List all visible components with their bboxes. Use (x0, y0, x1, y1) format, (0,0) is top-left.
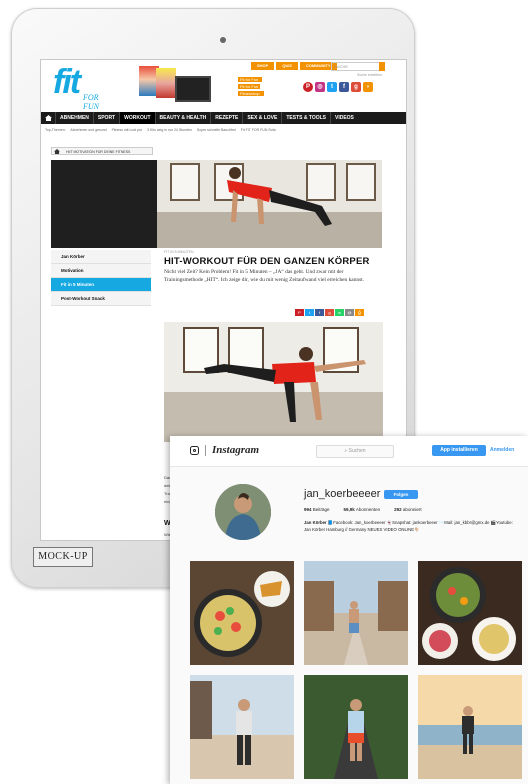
profile-bio: Jan Körber 📘Facebook: Jan_koerbeeeer 👻Sn… (304, 520, 519, 533)
twitter-share-icon[interactable]: t (305, 309, 314, 316)
sidebar-item-jan-koerber[interactable]: Jan Körber (51, 250, 151, 264)
print-share-icon[interactable]: ⎙ (355, 309, 364, 316)
search-input[interactable]: ⌕ Suchen (316, 445, 394, 458)
nav-sport[interactable]: SPORT (92, 112, 119, 124)
install-app-button[interactable]: App installieren (432, 445, 486, 456)
social-icons: P ◎ t f g ◗ (303, 82, 373, 92)
hero-photo (157, 160, 382, 248)
camera-dot (220, 37, 226, 43)
stat-label: Abonnenten (355, 507, 381, 512)
followers-count[interactable]: 59,9k Abonnenten (344, 507, 381, 512)
article-headline: HIT-WORKOUT FÜR DEN GANZEN KÖRPER (164, 256, 370, 267)
bio-text: 📘Facebook: Jan_koerbeeeer 👻Snapshat: jan… (304, 520, 513, 532)
search-button[interactable] (379, 62, 385, 71)
search-input[interactable]: SUCHE (331, 62, 381, 71)
article-intro: Nicht viel Zeit? Kein Problem! Fit in 5 … (164, 269, 365, 283)
sidebar-item-motivation[interactable]: Motivation (51, 264, 151, 278)
googleplus-icon[interactable]: g (351, 82, 361, 92)
topic-label: Top-Themen: (45, 128, 66, 132)
quiz-button[interactable]: QUIZ (276, 62, 298, 70)
post-thumbnail[interactable] (190, 675, 294, 779)
facebook-share-icon[interactable]: f (315, 309, 324, 316)
magazine-cover[interactable] (156, 68, 176, 98)
hero-video-panel[interactable] (51, 160, 157, 248)
post-thumbnail[interactable] (190, 561, 294, 665)
sidebar-item-post-workout[interactable]: Post-Workout Snack (51, 292, 151, 306)
pinterest-share-icon[interactable]: P (295, 309, 304, 316)
nav-workout[interactable]: WORKOUT (119, 112, 155, 124)
article-sidebar: Jan Körber Motivation Fit in 5 Minuten P… (51, 250, 151, 306)
nav-rezepte[interactable]: REZEPTE (210, 112, 242, 124)
promo-line: Fit for Fun (238, 84, 260, 89)
bio-name: Jan Körber (304, 520, 327, 525)
mockup-badge: MOCK-UP (33, 547, 93, 567)
home-icon[interactable] (41, 112, 55, 124)
googleplus-share-icon[interactable]: g (325, 309, 334, 316)
profile-username: jan_koerbeeeer (304, 488, 381, 500)
topic-link[interactable]: Fitness mit Lust pur (112, 128, 143, 132)
nav-sex-love[interactable]: SEX & LOVE (242, 112, 281, 124)
stat-value: 994 (304, 507, 312, 512)
search-placeholder: Suchen (348, 448, 366, 454)
instagram-camera-icon[interactable] (190, 446, 199, 455)
topic-link[interactable]: Abnehmen und gesund (70, 128, 106, 132)
nav-tests-tools[interactable]: TESTS & TOOLS (281, 112, 330, 124)
promo-line: Fitnesshop (238, 91, 264, 96)
twitter-icon[interactable]: t (327, 82, 337, 92)
promo-line: Fit for Fun (238, 77, 262, 82)
follow-button[interactable]: Folgen (384, 490, 418, 499)
article-kicker: FIT IN 5 MINUTEN (164, 250, 194, 254)
camera-lens-icon (193, 449, 196, 452)
post-thumbnail[interactable] (418, 675, 522, 779)
pinterest-icon[interactable]: P (303, 82, 313, 92)
advanced-search-link[interactable]: Suche erweitern (357, 73, 382, 77)
post-thumbnail[interactable] (304, 675, 408, 779)
site-logo[interactable]: fit FOR FUN (53, 63, 113, 111)
login-link[interactable]: Anmelden (490, 445, 514, 456)
whatsapp-share-icon[interactable]: w (335, 309, 344, 316)
stat-label: Beiträge (312, 507, 330, 512)
logo-sub: FOR FUN (83, 93, 99, 111)
topic-link[interactable]: Fit FIT FOR FUN Sofa (241, 128, 276, 132)
main-nav: ABNEHMEN SPORT WORKOUT BEAUTY & HEALTH R… (41, 112, 406, 124)
topic-bar: Top-Themen: Abnehmen und gesund Fitness … (45, 128, 280, 132)
topic-link[interactable]: 3 Kilo weg in nur 24 Stunden (147, 128, 192, 132)
article: FIT IN 5 MINUTEN HIT-WORKOUT FÜR DEN GAN… (164, 248, 384, 284)
home-icon (54, 149, 60, 154)
topic-link[interactable]: Super schnelle Bauchfrei (197, 128, 236, 132)
site-header: fit FOR FUN Fit for Fun Fit for Fun Fitn… (41, 60, 406, 111)
top-buttons: SHOP QUIZ COMMUNITY (251, 62, 337, 70)
email-share-icon[interactable]: @ (345, 309, 354, 316)
nav-beauty-health[interactable]: BEAUTY & HEALTH (154, 112, 211, 124)
instagram-window: Instagram ⌕ Suchen App installieren Anme… (170, 436, 528, 784)
facebook-icon[interactable]: f (339, 82, 349, 92)
share-bar: P t f g w @ ⎙ (295, 309, 364, 316)
following-count[interactable]: 292 abonniert (394, 507, 422, 512)
instagram-icon[interactable]: ◎ (315, 82, 325, 92)
nav-abnehmen[interactable]: ABNEHMEN (55, 112, 93, 124)
post-thumbnail[interactable] (418, 561, 522, 665)
article-photo (164, 322, 383, 442)
section-ribbon[interactable]: HIIT MOTIVATION FÜR DEINE FITNESS (51, 147, 153, 155)
divider (205, 445, 206, 456)
sidebar-item-fit-5-minuten[interactable]: Fit in 5 Minuten (51, 278, 151, 292)
stat-value: 59,9k (343, 507, 355, 512)
instagram-wordmark[interactable]: Instagram (212, 444, 259, 456)
post-thumbnail[interactable] (304, 561, 408, 665)
stat-value: 292 (394, 507, 402, 512)
tablet-promo-image[interactable] (175, 76, 211, 102)
profile-stats: 994 Beiträge 59,9k Abonnenten 292 abonni… (304, 507, 422, 512)
promo-box[interactable]: Fit for Fun Fit for Fun Fitnesshop (208, 74, 266, 108)
ribbon-label: HIIT MOTIVATION FÜR DEINE FITNESS (66, 150, 131, 154)
posts-count: 994 Beiträge (304, 507, 330, 512)
avatar[interactable] (215, 484, 271, 540)
instagram-topbar: Instagram ⌕ Suchen App installieren Anme… (170, 436, 528, 467)
logo-main: fit (53, 63, 81, 101)
nav-videos[interactable]: VIDEOS (330, 112, 358, 124)
stat-label: abonniert (402, 507, 422, 512)
rss-icon[interactable]: ◗ (363, 82, 373, 92)
shop-button[interactable]: SHOP (251, 62, 275, 70)
